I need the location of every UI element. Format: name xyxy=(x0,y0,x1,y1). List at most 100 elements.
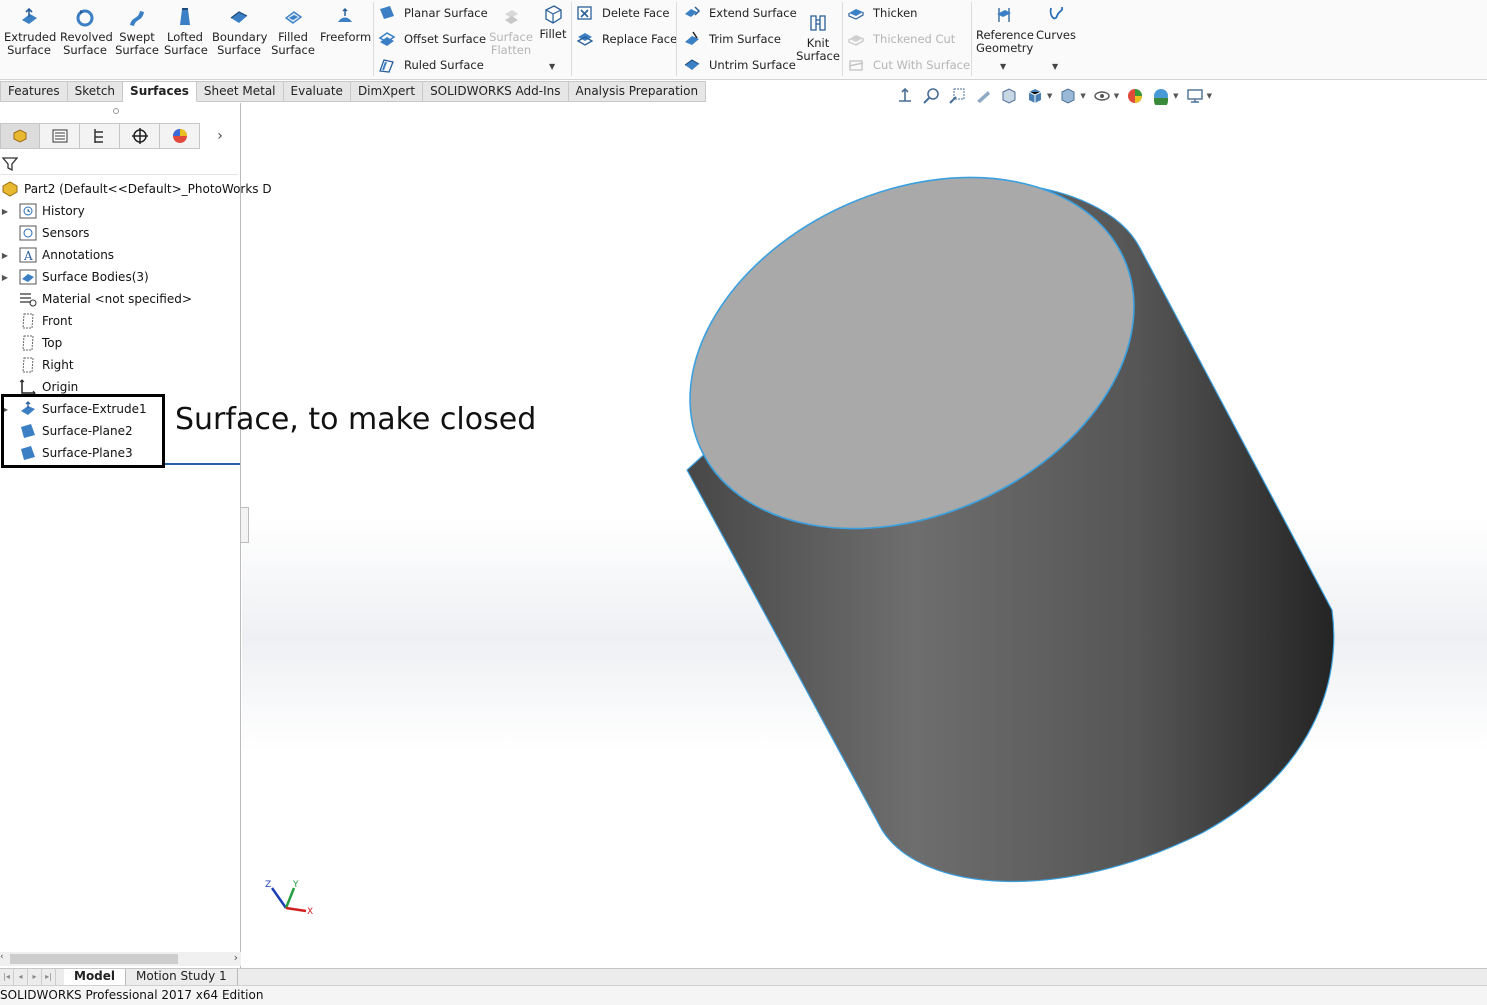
ribbon-separator xyxy=(373,2,374,76)
filled-surface-button[interactable]: Filled Surface xyxy=(270,4,316,57)
planar-surface-button[interactable]: Planar Surface xyxy=(378,2,488,24)
horizontal-scrollbar[interactable]: ‹ › xyxy=(0,951,241,966)
zoom-to-fit-icon[interactable] xyxy=(921,86,941,106)
dimxpert-manager-tab[interactable] xyxy=(120,123,160,149)
tab-solidworks-addins[interactable]: SOLIDWORKS Add-Ins xyxy=(423,81,569,102)
delete-face-button[interactable]: Delete Face xyxy=(576,2,669,24)
zoom-to-area-icon[interactable] xyxy=(947,86,967,106)
tree-item-annotations[interactable]: ▶ A Annotations xyxy=(0,244,114,266)
surface-flatten-button[interactable]: Surface Flatten xyxy=(487,4,535,57)
expand-arrow-icon[interactable]: ▶ xyxy=(0,273,10,282)
next-tab-icon[interactable]: ▸ xyxy=(28,969,42,985)
tab-analysis-preparation[interactable]: Analysis Preparation xyxy=(568,81,707,102)
extruded-surface-button[interactable]: Extruded Surface xyxy=(4,4,56,57)
panel-collapse-handle[interactable] xyxy=(240,507,249,543)
feature-manager-tab[interactable] xyxy=(0,123,40,149)
ruled-surface-button[interactable]: Ruled Surface xyxy=(378,54,484,76)
callout-highlight-box xyxy=(1,394,165,468)
first-tab-icon[interactable]: |◂ xyxy=(0,969,14,985)
tab-sketch[interactable]: Sketch xyxy=(67,81,124,102)
reference-geometry-button[interactable]: Reference Geometry xyxy=(976,2,1034,55)
tree-root-label: Part2 (Default<<Default>_PhotoWorks D xyxy=(24,182,272,196)
feature-manager-icon xyxy=(13,129,27,143)
manager-tabs: › xyxy=(0,123,241,151)
coordinate-triad: Z Y X xyxy=(265,880,313,917)
tab-dimxpert[interactable]: DimXpert xyxy=(350,81,424,102)
scrollbar-thumb[interactable] xyxy=(10,954,178,964)
tree-item-label: History xyxy=(42,204,85,218)
tree-item-right-plane[interactable]: Right xyxy=(0,354,74,376)
graphics-area[interactable]: Z Y X xyxy=(242,103,1487,968)
surface-flatten-icon xyxy=(505,10,518,24)
tree-item-history[interactable]: ▶ History xyxy=(0,200,85,222)
tab-motion-study-1[interactable]: Motion Study 1 xyxy=(126,969,238,985)
tab-evaluate[interactable]: Evaluate xyxy=(283,81,351,102)
view-settings-caret[interactable]: ▼ xyxy=(1207,92,1212,100)
status-bar: SOLIDWORKS Professional 2017 x64 Edition xyxy=(0,985,1487,1005)
replace-face-icon xyxy=(576,33,594,46)
fillet-button[interactable]: Fillet xyxy=(536,2,570,41)
scroll-right-icon[interactable]: › xyxy=(234,951,238,964)
view-selector-icon[interactable] xyxy=(1025,86,1045,106)
tree-item-material[interactable]: Material <not specified> xyxy=(0,288,192,310)
curves-dropdown-caret[interactable]: ▼ xyxy=(1052,62,1058,71)
reference-geometry-dropdown-caret[interactable]: ▼ xyxy=(1000,62,1006,71)
view-selector-caret[interactable]: ▼ xyxy=(1047,92,1052,100)
revolved-surface-button[interactable]: Revolved Surface xyxy=(60,4,113,57)
tab-surfaces[interactable]: Surfaces xyxy=(123,81,197,102)
cut-with-surface-icon xyxy=(848,60,864,71)
tree-item-surface-bodies[interactable]: ▶ Surface Bodies(3) xyxy=(0,266,149,288)
last-tab-icon[interactable]: ▸| xyxy=(42,969,56,985)
tree-item-sensors[interactable]: Sensors xyxy=(0,222,89,244)
lofted-surface-button[interactable]: Lofted Surface xyxy=(164,4,208,57)
view-settings-icon[interactable] xyxy=(1185,86,1205,106)
manager-tabs-scroll-right[interactable]: › xyxy=(200,123,240,149)
section-view-icon[interactable] xyxy=(999,86,1019,106)
revolved-surface-icon xyxy=(76,9,94,27)
rollback-bar[interactable] xyxy=(164,463,240,465)
extend-surface-button[interactable]: Extend Surface xyxy=(683,2,797,24)
configuration-manager-tab[interactable] xyxy=(80,123,120,149)
tab-features[interactable]: Features xyxy=(0,81,68,102)
scroll-left-icon[interactable]: ‹ xyxy=(0,952,4,962)
part-icon xyxy=(0,180,20,198)
curves-button[interactable]: Curves xyxy=(1036,2,1076,42)
fillet-dropdown-caret[interactable]: ▼ xyxy=(549,62,555,71)
filter-icon[interactable] xyxy=(2,156,18,172)
fillet-icon xyxy=(545,5,562,24)
thickened-cut-button[interactable]: Thickened Cut xyxy=(847,28,955,50)
display-manager-tab[interactable] xyxy=(160,123,200,149)
edit-appearance-icon[interactable] xyxy=(1125,86,1145,106)
tab-model[interactable]: Model xyxy=(64,969,127,985)
property-manager-tab[interactable] xyxy=(40,123,80,149)
cut-with-surface-button[interactable]: Cut With Surface xyxy=(847,54,970,76)
swept-surface-button[interactable]: Swept Surface xyxy=(114,4,160,57)
previous-view-icon[interactable] xyxy=(973,86,993,106)
expand-arrow-icon[interactable]: ▶ xyxy=(0,207,10,216)
thicken-button[interactable]: Thicken xyxy=(847,2,917,24)
svg-text:Z: Z xyxy=(265,880,271,890)
knit-surface-icon xyxy=(810,15,826,31)
panel-grip[interactable] xyxy=(113,108,119,114)
hide-show-caret[interactable]: ▼ xyxy=(1114,92,1119,100)
replace-face-button[interactable]: Replace Face xyxy=(576,28,677,50)
offset-surface-button[interactable]: Offset Surface xyxy=(378,28,486,50)
boundary-surface-button[interactable]: Boundary Surface xyxy=(212,4,267,57)
trim-surface-button[interactable]: Trim Surface xyxy=(683,28,781,50)
expand-arrow-icon[interactable]: ▶ xyxy=(0,251,10,260)
freeform-button[interactable]: Freeform xyxy=(320,4,371,44)
display-style-icon[interactable] xyxy=(1058,86,1078,106)
display-style-caret[interactable]: ▼ xyxy=(1080,92,1085,100)
hide-show-items-icon[interactable] xyxy=(1092,86,1112,106)
tree-item-front-plane[interactable]: Front xyxy=(0,310,72,332)
tree-item-top-plane[interactable]: Top xyxy=(0,332,62,354)
view-orientation-icon[interactable] xyxy=(895,86,915,106)
tab-sheet-metal[interactable]: Sheet Metal xyxy=(196,81,284,102)
knit-surface-button[interactable]: Knit Surface xyxy=(796,10,840,63)
apply-scene-icon[interactable] xyxy=(1151,86,1171,106)
previous-tab-icon[interactable]: ◂ xyxy=(14,969,28,985)
cylinder-model[interactable] xyxy=(242,103,1487,968)
apply-scene-caret[interactable]: ▼ xyxy=(1173,92,1178,100)
tree-root-part[interactable]: Part2 (Default<<Default>_PhotoWorks D xyxy=(0,178,272,200)
untrim-surface-button[interactable]: Untrim Surface xyxy=(683,54,796,76)
